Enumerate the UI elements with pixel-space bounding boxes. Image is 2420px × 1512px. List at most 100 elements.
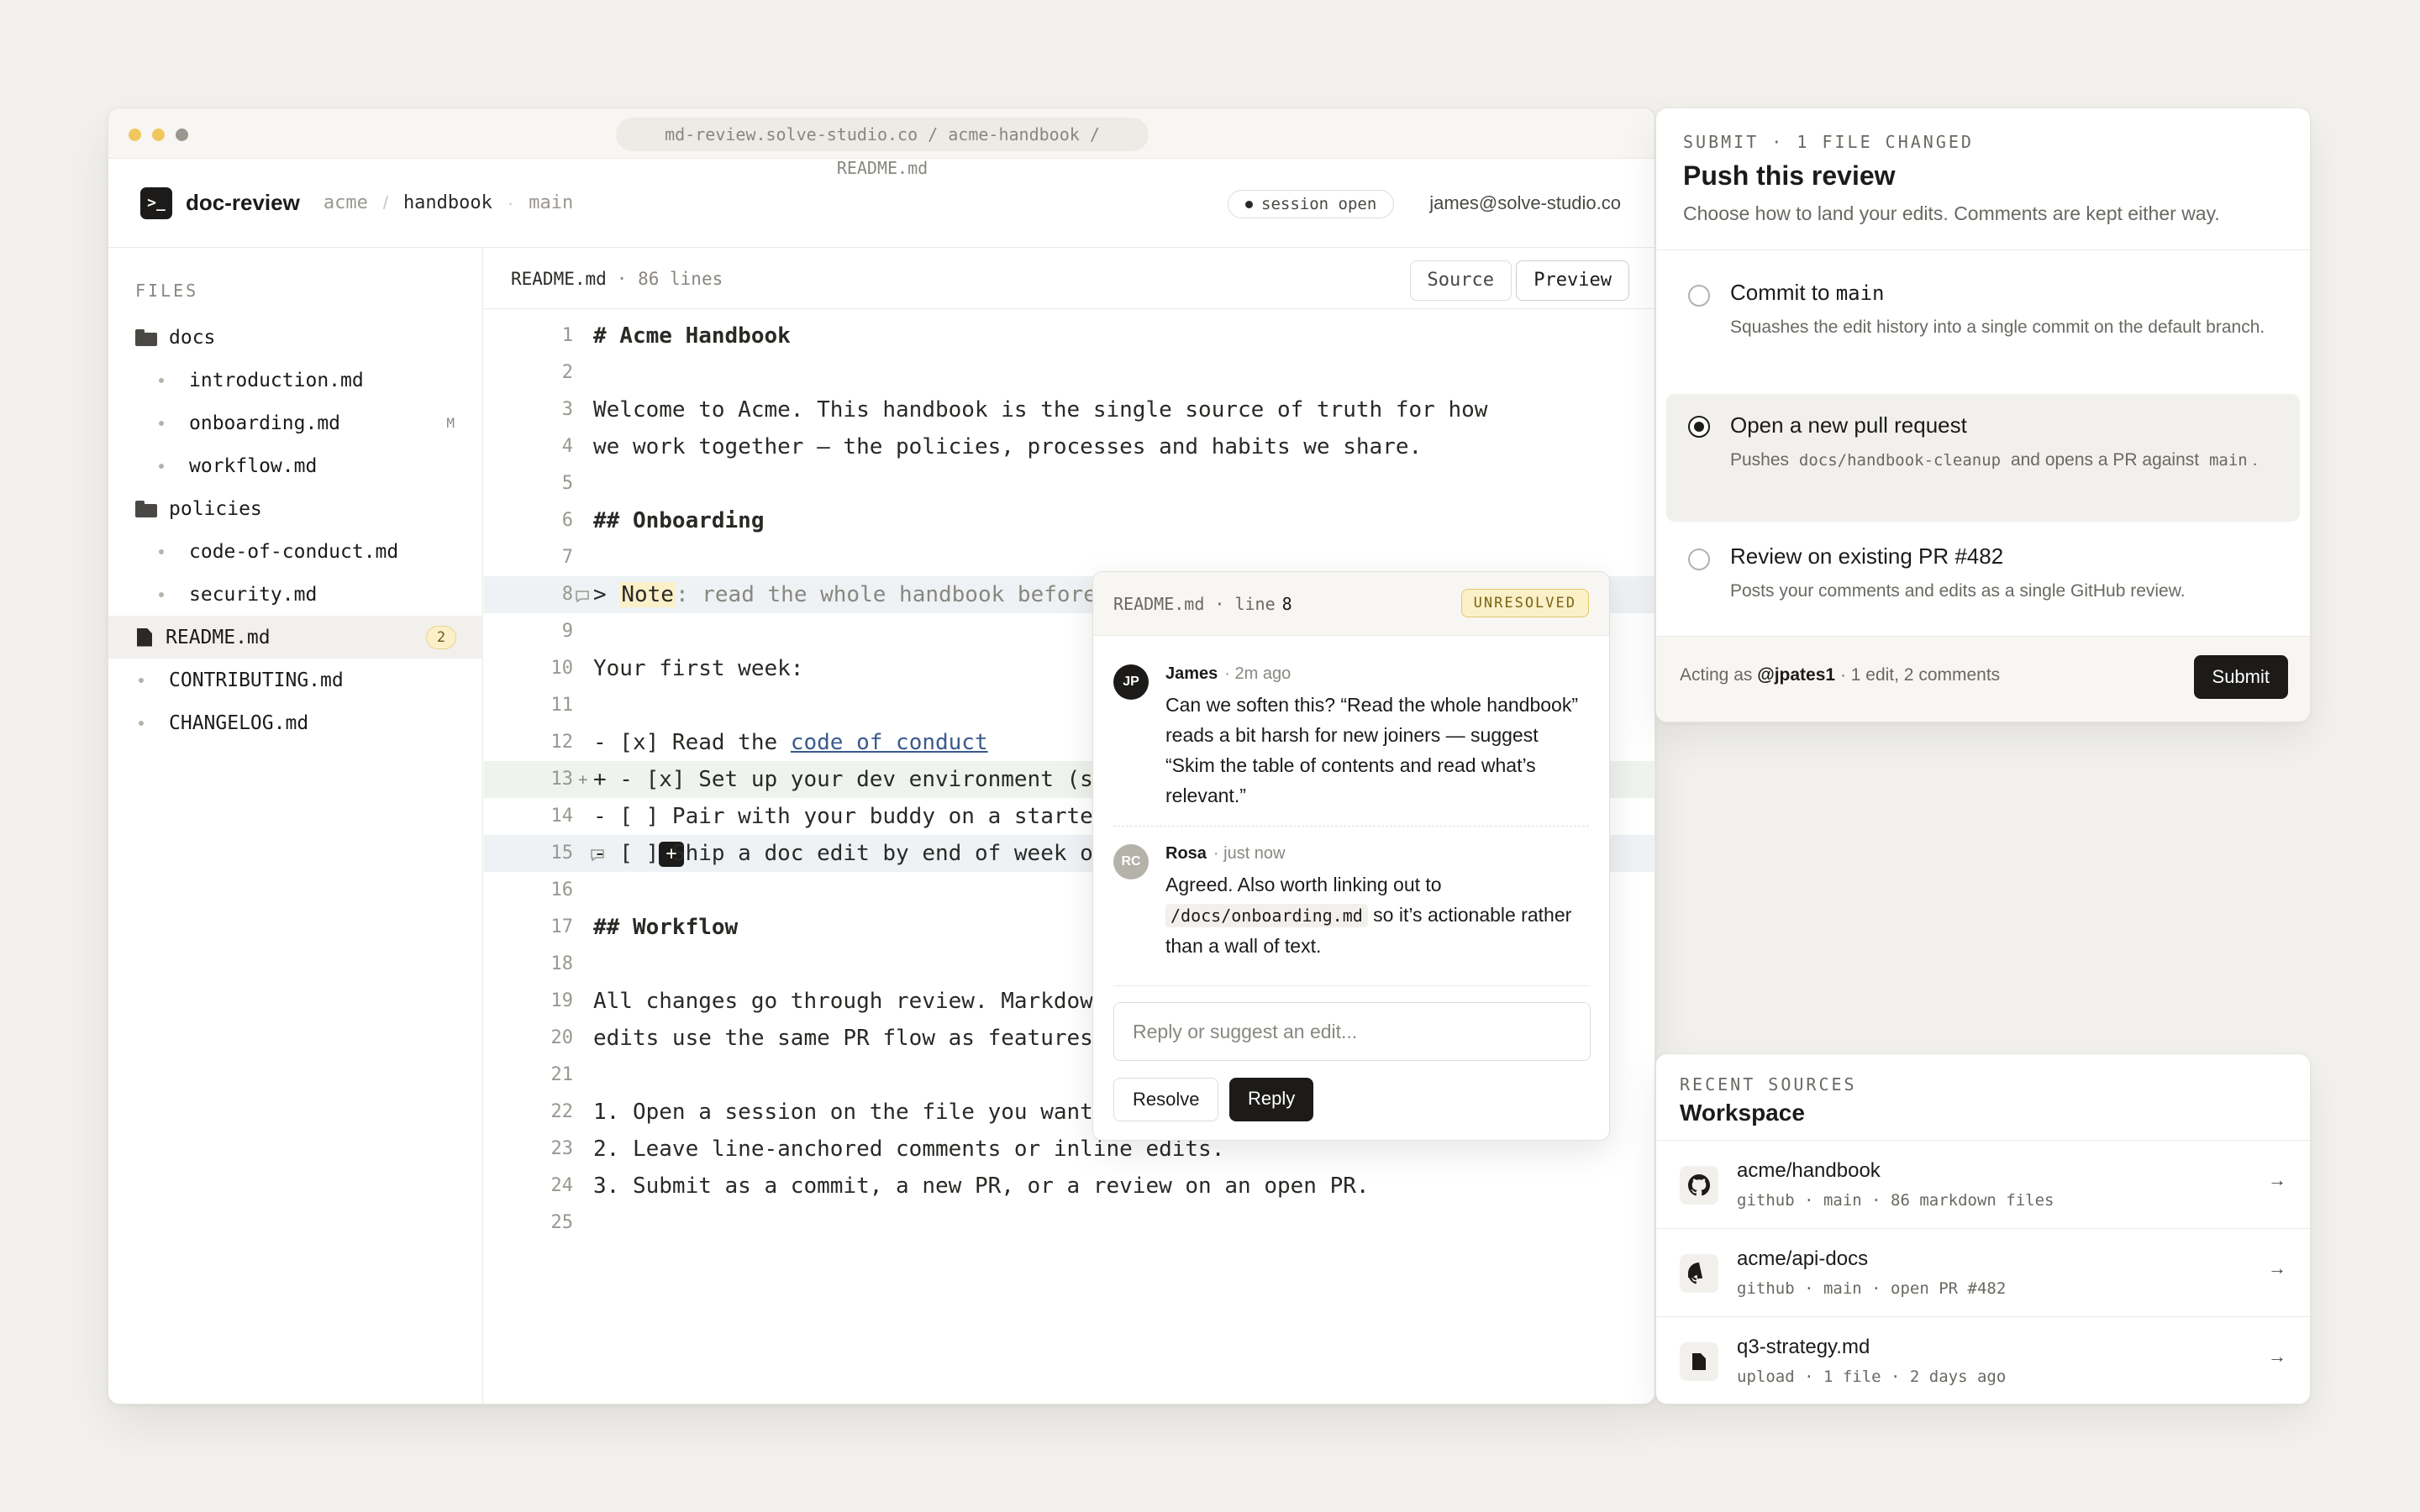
line-number: 18 — [550, 953, 574, 974]
comment-line-label: · line — [1214, 593, 1276, 614]
line-number: 15 — [550, 843, 574, 864]
line-text: ## Onboarding — [593, 508, 765, 533]
file-introduction[interactable]: introduction.md — [108, 359, 483, 402]
file-security[interactable]: security.md — [108, 573, 483, 616]
breadcrumb-separator: / — [382, 192, 388, 213]
comment-text: Can we soften this? “Read the whole hand… — [1165, 694, 1578, 806]
folder-policies[interactable]: policies — [108, 487, 483, 530]
radio-button[interactable] — [1688, 285, 1710, 307]
source-name: acme/handbook — [1737, 1159, 1881, 1182]
source-name: acme/api-docs — [1737, 1247, 1869, 1270]
source-meta: github · main · 86 markdown files — [1737, 1191, 2054, 1210]
code-line[interactable]: 2 — [484, 354, 1655, 391]
code-line[interactable]: 5 — [484, 465, 1655, 502]
line-number: 2 — [561, 362, 573, 383]
file-contributing[interactable]: CONTRIBUTING.md — [108, 659, 483, 701]
line-text: Your first week: — [593, 656, 804, 681]
source-view-button[interactable]: Source — [1409, 260, 1512, 301]
line-number: 4 — [561, 436, 573, 457]
comment-thread-header: README.md · line 8 UNRESOLVED — [1093, 572, 1609, 636]
source-item[interactable]: acme/api-docs github · main · open PR #4… — [1656, 1228, 2310, 1315]
line-number: 5 — [561, 473, 573, 494]
code-line[interactable]: 1 # Acme Handbook — [484, 318, 1655, 354]
code-line[interactable]: 4 we work together — the policies, proces… — [484, 428, 1655, 465]
preview-view-button[interactable]: Preview — [1516, 260, 1629, 301]
desc-part: Pushes — [1730, 450, 1790, 470]
branch-name: main — [2203, 449, 2253, 471]
modified-badge: M — [446, 415, 455, 431]
option-existing-pr[interactable]: Review on existing PR #482 Posts your co… — [1666, 528, 2300, 621]
code-line[interactable]: 24 3. Submit as a commit, a new PR, or a … — [484, 1168, 1655, 1205]
comment-item: JP James · 2m ago Can we soften this? “Re… — [1113, 664, 1589, 821]
folder-icon — [135, 500, 157, 517]
file-icon — [1680, 1342, 1718, 1381]
file-onboarding[interactable]: onboarding.md M — [108, 402, 483, 444]
file-readme[interactable]: README.md 2 — [108, 616, 483, 659]
document-icon — [137, 627, 152, 647]
radio-button-selected[interactable] — [1688, 416, 1710, 438]
line-number: 12 — [550, 732, 574, 753]
code-line[interactable]: 25 — [484, 1205, 1655, 1242]
folder-label: docs — [169, 326, 216, 349]
reply-input[interactable]: Reply or suggest an edit... — [1113, 1002, 1591, 1061]
app-name: doc-review — [186, 190, 300, 215]
option-commit[interactable]: Commit to main Squashes the edit history… — [1666, 265, 2300, 391]
window-dot[interactable] — [152, 129, 165, 141]
option-title-text: Commit to — [1730, 280, 1830, 305]
comment-time: · just now — [1213, 844, 1286, 863]
window-dot[interactable] — [129, 129, 141, 141]
user-email[interactable]: james@solve-studio.co — [1429, 159, 1621, 248]
resolve-button[interactable]: Resolve — [1113, 1078, 1219, 1121]
file-bullet-icon — [139, 677, 144, 683]
line-number: 8 — [561, 584, 573, 605]
reply-button[interactable]: Reply — [1229, 1078, 1314, 1121]
breadcrumb-org[interactable]: acme — [324, 192, 368, 213]
arrow-right-icon: → — [2268, 1169, 2286, 1190]
line-number: 3 — [561, 399, 573, 420]
line-number: 24 — [550, 1175, 574, 1196]
submit-button[interactable]: Submit — [2193, 655, 2288, 699]
sources-title: Workspace — [1680, 1100, 1805, 1126]
comment-marker-icon[interactable] — [575, 580, 590, 617]
url-bar[interactable]: md-review.solve-studio.co / acme-handboo… — [616, 118, 1149, 178]
file-workflow[interactable]: workflow.md — [108, 444, 483, 487]
comment-text-part: Agreed. Also worth linking out to — [1165, 874, 1442, 895]
comment-text: Agreed. Also worth linking out to /docs/… — [1165, 869, 1589, 961]
folder-icon — [135, 328, 157, 346]
github-icon — [1680, 1166, 1718, 1205]
code-line[interactable]: 6 ## Onboarding — [484, 502, 1655, 539]
folder-docs[interactable]: docs — [108, 316, 483, 359]
desc-part: and opens a PR against — [2010, 450, 2200, 470]
file-sidebar: FILES docs introduction.md onboarding.md… — [108, 249, 483, 1404]
file-label: workflow.md — [189, 454, 318, 477]
commented-text-highlight[interactable]: Note — [619, 582, 676, 607]
file-label: CHANGELOG.md — [169, 711, 309, 734]
desc-part: . — [2252, 450, 2258, 470]
comment-author: Rosa · just now — [1165, 844, 1286, 864]
file-changelog[interactable]: CHANGELOG.md — [108, 701, 483, 744]
line-number: 21 — [550, 1064, 574, 1085]
source-item[interactable]: q3-strategy.md upload · 1 file · 2 days … — [1656, 1316, 2310, 1404]
line-number: 23 — [550, 1138, 574, 1159]
source-item[interactable]: acme/handbook github · main · 86 markdow… — [1656, 1140, 2310, 1227]
comment-file: README.md — [1113, 593, 1205, 614]
file-bullet-icon — [159, 591, 164, 597]
option-desc: Pushes docs/handbook-cleanup and opens a… — [1730, 446, 2266, 475]
avatar: JP — [1113, 664, 1149, 700]
breadcrumb-branch[interactable]: main — [529, 192, 573, 213]
line-text-rest: : read the whole handbook before — [675, 582, 1097, 607]
radio-button[interactable] — [1688, 549, 1710, 570]
acting-as-text: Acting as @jpates1 · 1 edit, 2 comments — [1680, 665, 2000, 685]
session-status-badge: session open — [1228, 190, 1395, 218]
breadcrumb-repo[interactable]: handbook — [403, 192, 492, 213]
code-line[interactable]: 3 Welcome to Acme. This handbook is the s… — [484, 391, 1655, 428]
option-new-pr[interactable]: Open a new pull request Pushes docs/hand… — [1666, 394, 2300, 522]
window-dot[interactable] — [176, 129, 188, 141]
breadcrumb-separator: · — [507, 192, 514, 213]
code-of-conduct-link[interactable]: code of conduct — [791, 730, 988, 755]
submit-title: Push this review — [1683, 160, 1896, 191]
line-number: 7 — [561, 547, 573, 568]
file-bullet-icon — [159, 420, 164, 426]
line-number: 14 — [550, 806, 574, 827]
file-code-of-conduct[interactable]: code-of-conduct.md — [108, 530, 483, 573]
